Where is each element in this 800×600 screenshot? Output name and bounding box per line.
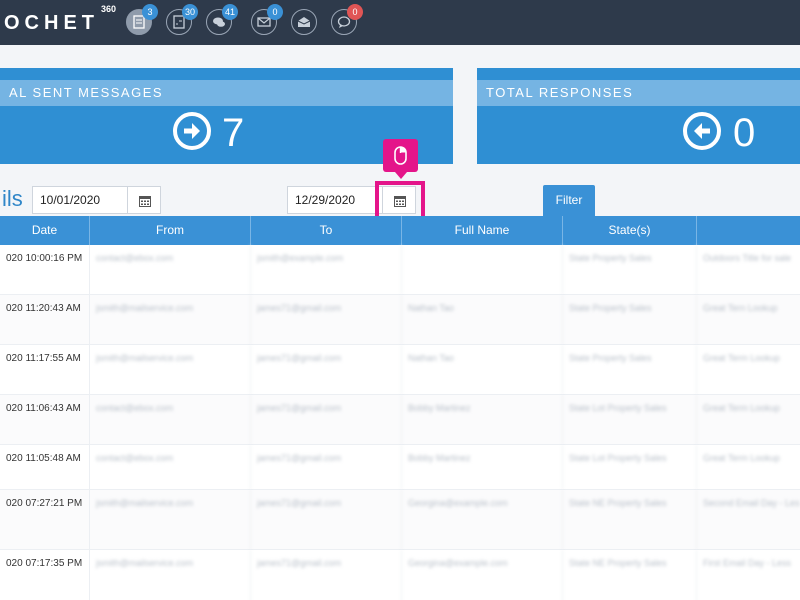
total-responses-card: TOTAL RESPONSES 0 (477, 68, 800, 164)
cell-date: 020 11:05:48 AM (0, 445, 90, 489)
cell-states: State Property Sales (563, 295, 697, 344)
nav-reports-button[interactable]: 30 (166, 4, 199, 35)
logo-text: OCHET (4, 12, 99, 34)
cell-from: jsmith@mailservice.com (90, 550, 251, 600)
open-mail-icon (297, 17, 311, 27)
nav-badge: 30 (182, 4, 199, 20)
nav-documents-button[interactable]: 3 (126, 4, 158, 35)
cell-from: contact@ebox.com (90, 395, 251, 444)
cell-to: james71@gmail.com (251, 550, 402, 600)
cell-full-name (402, 245, 563, 294)
cell-from: jsmith@mailservice.com (90, 490, 251, 549)
cell-states: State NE Property Sales (563, 550, 697, 600)
cell-full-name: Georgina@example.com (402, 490, 563, 549)
cell-full-name: Bobby Martinez (402, 395, 563, 444)
cell-states: State NE Property Sales (563, 490, 697, 549)
cell-date: 020 07:27:21 PM (0, 490, 90, 549)
column-header-from[interactable]: From (90, 216, 251, 245)
cell-extra: Great Term Lookup (703, 353, 780, 363)
cell-extra: Outdoors Title for sale (703, 253, 792, 263)
table-header: Date From To Full Name State(s) (0, 216, 800, 245)
nav-badge: 0 (267, 4, 283, 20)
cell-to: james71@gmail.com (251, 295, 402, 344)
cell-to: james71@gmail.com (251, 345, 402, 394)
nav-badge: 0 (347, 4, 363, 20)
cell-to: james71@gmail.com (251, 490, 402, 549)
cell-to: james71@gmail.com (251, 395, 402, 444)
cell-full-name: Bobby Martinez (402, 445, 563, 489)
cell-extra: Great Term Lookup (703, 453, 780, 463)
table-row[interactable]: 020 07:17:35 PM jsmith@mailservice.com j… (0, 550, 800, 600)
cell-to: james71@gmail.com (251, 445, 402, 489)
click-target-highlight (375, 181, 425, 221)
column-header-full-name[interactable]: Full Name (402, 216, 563, 245)
cell-extra: Second Email Day - Less (703, 498, 800, 508)
table-row[interactable]: 020 11:17:55 AM jsmith@mailservice.com j… (0, 345, 800, 395)
cell-states: State Property Sales (563, 245, 697, 294)
cell-states: State Property Sales (563, 345, 697, 394)
cell-from: jsmith@mailservice.com (90, 345, 251, 394)
cell-states: State Lot Property Sales (563, 395, 697, 444)
cell-extra: First Email Day - Less (703, 558, 792, 568)
logo-superscript: 360 (101, 4, 117, 15)
table-row[interactable]: 020 11:06:43 AM contact@ebox.com james71… (0, 395, 800, 445)
nav-open-mail-button[interactable] (291, 9, 317, 35)
cell-to: jsmith@example.com (251, 245, 402, 294)
cell-from: contact@ebox.com (90, 445, 251, 489)
cell-date: 020 07:17:35 PM (0, 550, 90, 600)
nav-badge: 41 (222, 4, 239, 20)
cell-extra: Great Tern Lookup (703, 303, 778, 313)
card-value: 7 (222, 111, 245, 155)
card-value: 0 (733, 111, 756, 155)
start-date-calendar-button[interactable] (127, 186, 161, 214)
filter-button[interactable]: Filter (543, 185, 595, 216)
end-date-input[interactable]: 12/29/2020 (287, 186, 383, 214)
cell-full-name: Nathan Tao (402, 345, 563, 394)
section-title: ils (2, 186, 23, 211)
card-title: AL SENT MESSAGES (0, 80, 453, 106)
mouse-click-tooltip (383, 139, 418, 179)
cell-extra: Great Term Lookup (703, 403, 780, 413)
start-date-input[interactable]: 10/01/2020 (32, 186, 128, 214)
cell-date: 020 11:17:55 AM (0, 345, 90, 394)
column-header-to[interactable]: To (251, 216, 402, 245)
app-logo[interactable]: OCHET360 (4, 4, 116, 35)
table-row[interactable]: 020 11:05:48 AM contact@ebox.com james71… (0, 445, 800, 490)
card-title: TOTAL RESPONSES (477, 80, 800, 106)
column-header-extra[interactable] (697, 216, 800, 245)
mouse-icon (394, 146, 407, 165)
column-header-states[interactable]: State(s) (563, 216, 697, 245)
cell-date: 020 11:20:43 AM (0, 295, 90, 344)
nav-comments-button[interactable]: 0 (331, 4, 363, 35)
cell-from: contact@ebox.com (90, 245, 251, 294)
nav-mail-button[interactable]: 0 (251, 4, 283, 35)
cell-date: 020 11:06:43 AM (0, 395, 90, 444)
column-header-date[interactable]: Date (0, 216, 90, 245)
calendar-icon (139, 196, 151, 207)
cell-full-name: Nathan Tao (402, 295, 563, 344)
arrow-left-icon (683, 112, 721, 150)
cell-from: jsmith@mailservice.com (90, 295, 251, 344)
cell-states: State Lot Property Sales (563, 445, 697, 489)
table-row[interactable]: 020 07:27:21 PM jsmith@mailservice.com j… (0, 490, 800, 550)
nav-chat-button[interactable]: 41 (206, 4, 239, 35)
cell-full-name: Georgina@example.com (402, 550, 563, 600)
table-row[interactable]: 020 11:20:43 AM jsmith@mailservice.com j… (0, 295, 800, 345)
top-navbar: OCHET360 3 30 41 0 0 (0, 0, 800, 45)
nav-badge: 3 (142, 4, 158, 20)
cell-date: 020 10:00:16 PM (0, 245, 90, 294)
table-row[interactable]: 020 10:00:16 PM contact@ebox.com jsmith@… (0, 245, 800, 295)
arrow-right-icon (173, 112, 211, 150)
